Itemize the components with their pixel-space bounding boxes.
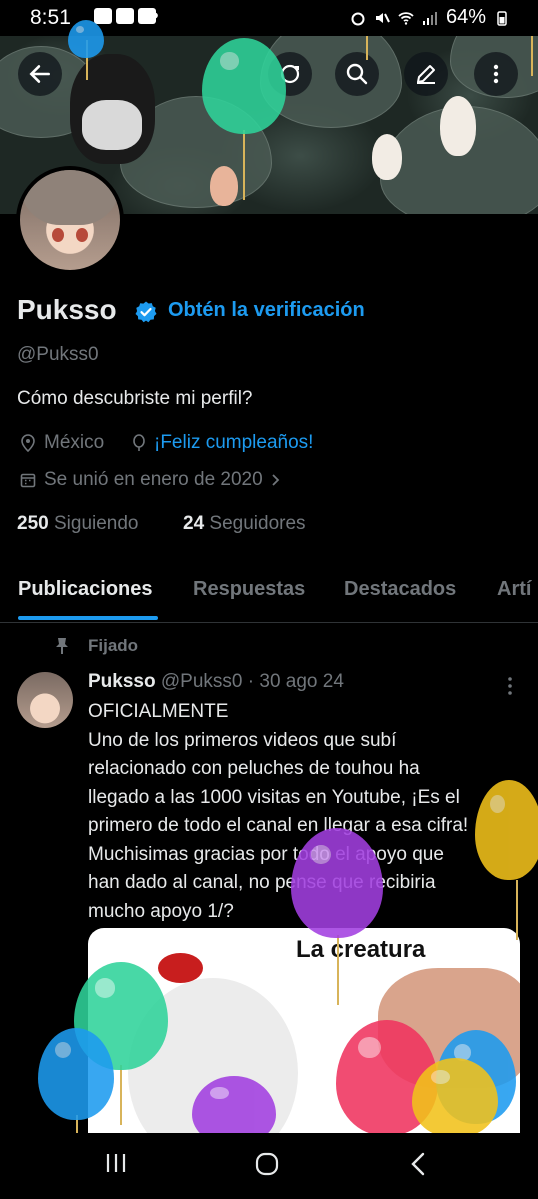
search-icon (346, 63, 368, 85)
chevron-right-icon (272, 474, 279, 486)
tab-articulos[interactable]: Artí (497, 578, 531, 601)
edit-icon (417, 65, 435, 84)
get-verified-link[interactable]: Obtén la verificación (168, 299, 365, 322)
post-line: OFICIALMENTE (88, 701, 229, 722)
more-button[interactable] (474, 52, 518, 96)
profile-location: México (20, 432, 104, 454)
profile-birthday: ¡Feliz cumpleaños! (132, 432, 313, 454)
tab-respuestas[interactable]: Respuestas (193, 578, 305, 601)
wifi-icon (398, 11, 414, 25)
notification-icons (94, 8, 156, 24)
location-text: México (44, 432, 105, 453)
profile-bio: Cómo descubriste mi perfil? (17, 388, 253, 409)
followers-link[interactable]: 24 Seguidores (183, 513, 306, 535)
search-button[interactable] (335, 52, 379, 96)
youtube-icon (116, 8, 134, 24)
following-label: Siguiendo (53, 513, 139, 534)
post-more-icon[interactable] (500, 676, 520, 696)
followers-count: 24 (183, 513, 205, 534)
post-line: llegado a las 1000 visitas en Youtube, ¡… (88, 786, 460, 808)
pin-icon (56, 638, 68, 654)
system-nav-bar (0, 1133, 538, 1199)
post-line: primero de todo el canal en llegar a esa… (88, 815, 469, 836)
balloon-yellow-icon (412, 1058, 498, 1138)
plush-hat (158, 953, 203, 983)
post-date: · 30 ago 24 (247, 671, 344, 692)
battery-icon (497, 10, 507, 26)
balloon-blue-icon (68, 20, 104, 58)
profile-avatar[interactable] (16, 166, 124, 274)
more-vertical-icon (493, 64, 499, 84)
media-caption: La creatura (296, 936, 426, 963)
balloon-purple-icon (291, 828, 383, 938)
balloon-yellow-icon (475, 780, 538, 880)
arrow-left-icon (29, 65, 50, 83)
calendar-icon (20, 473, 36, 488)
post-line: relacionado con peluches de touhou ha (88, 758, 420, 779)
gallery-icon (94, 8, 112, 24)
tab-publicaciones[interactable]: Publicaciones (18, 578, 153, 601)
recent-apps-icon[interactable] (104, 1151, 128, 1175)
balloon-blue-icon (38, 1028, 114, 1120)
active-tab-indicator (18, 616, 158, 620)
post-header: Puksso @Pukss0 · 30 ago 24 (88, 671, 344, 693)
balloon-icon (133, 434, 145, 451)
signal-icon (422, 11, 437, 25)
battery-percent: 64% (445, 6, 486, 28)
balloon-green-icon (202, 38, 286, 134)
following-link[interactable]: 250 Siguiendo (17, 513, 139, 535)
verified-badge-icon (135, 301, 157, 323)
alarm-icon (351, 12, 365, 25)
birthday-link[interactable]: ¡Feliz cumpleaños! (154, 432, 313, 454)
joined-text: Se unió en enero de 2020 (44, 469, 263, 490)
status-right: 64% (350, 6, 510, 29)
back-nav-icon[interactable] (408, 1151, 428, 1177)
profile-tabs: Publicaciones Respuestas Destacados Artí (0, 560, 538, 623)
status-time: 8:51 (30, 6, 71, 29)
edit-button[interactable] (404, 52, 448, 96)
home-icon[interactable] (254, 1151, 280, 1177)
followers-label: Seguidores (209, 513, 306, 534)
following-count: 250 (17, 513, 49, 534)
post-author[interactable]: Puksso (88, 671, 156, 692)
mute-icon (375, 12, 390, 23)
post-handle: @Pukss0 (160, 671, 243, 692)
notification-dot-icon: • (151, 3, 159, 28)
pinned-label: Fijado (88, 636, 139, 655)
tab-destacados[interactable]: Destacados (344, 578, 456, 601)
profile-handle: @Pukss0 (17, 344, 99, 365)
back-button[interactable] (18, 52, 62, 96)
post-line: Uno de los primeros videos que subí (88, 729, 397, 751)
profile-joined[interactable]: Se unió en enero de 2020 (20, 469, 281, 491)
location-pin-icon (21, 434, 35, 452)
post-avatar[interactable] (17, 672, 73, 728)
profile-name: Puksso (17, 294, 117, 325)
